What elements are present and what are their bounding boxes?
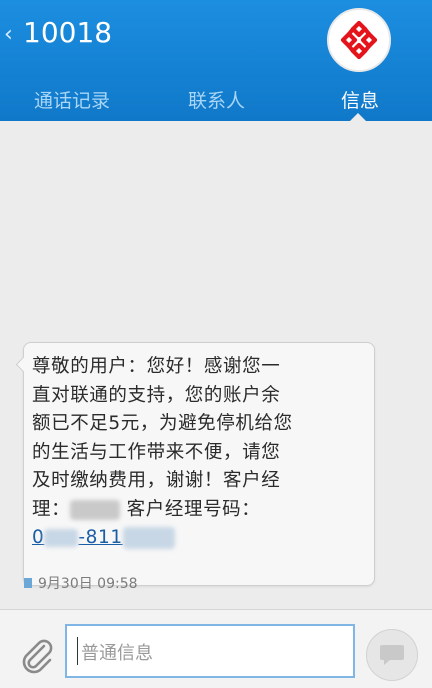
message-input[interactable]: 普通信息 <box>65 624 355 678</box>
tab-messages[interactable]: 信息 <box>341 86 379 113</box>
compose-bar: 普通信息 <box>0 609 432 688</box>
message-line: 0 -811 <box>32 524 368 553</box>
china-unicom-logo-icon <box>340 20 378 60</box>
phone-link[interactable]: 0 -811 <box>32 527 175 549</box>
message-line: 尊敬的用户：您好！感谢您一 <box>32 356 281 377</box>
contact-avatar[interactable] <box>327 8 391 72</box>
manager-label: 理： <box>32 498 71 520</box>
message-timestamp: 9月30日 09:58 <box>38 576 138 592</box>
contact-title[interactable]: 10018 <box>23 16 112 49</box>
text-caret <box>77 637 78 665</box>
sms-status-icon <box>24 578 32 588</box>
message-line: 及时缴纳费用，谢谢！客户经 <box>32 470 281 491</box>
send-icon <box>380 645 404 665</box>
message-line: 直对联通的支持，您的账户余 <box>32 384 281 406</box>
redacted-digits <box>122 527 175 549</box>
send-button[interactable] <box>366 629 418 681</box>
tab-bar: 通话记录 联系人 信息 <box>0 80 432 121</box>
message-line: 理： 客户经理号码： <box>32 496 368 525</box>
tab-call-log[interactable]: 通话记录 <box>34 86 110 113</box>
message-meta: 9月30日 09:58 <box>24 573 138 593</box>
phone-part: 0 <box>32 527 45 548</box>
tab-contacts[interactable]: 联系人 <box>188 86 245 113</box>
back-icon[interactable]: ‹ <box>4 22 13 47</box>
header-bar: ‹ 10018 通话记录 联系人 信息 <box>0 0 432 121</box>
redacted-name <box>70 499 121 520</box>
message-input-placeholder: 普通信息 <box>81 643 153 664</box>
manager-phone-label: 客户经理号码： <box>120 498 261 520</box>
redacted-digits <box>44 529 79 547</box>
phone-part: -811 <box>78 527 123 548</box>
message-line: 的生活与工作带来不便，请您 <box>32 441 281 463</box>
message-thread[interactable]: 尊敬的用户：您好！感谢您一 直对联通的支持，您的账户余 额已不足5元，为避免停机… <box>0 121 432 609</box>
paperclip-icon[interactable] <box>16 634 56 674</box>
message-line: 额已不足5元，为避免停机给您 <box>32 413 293 434</box>
message-text: 尊敬的用户：您好！感谢您一 直对联通的支持，您的账户余 额已不足5元，为避免停机… <box>32 353 368 553</box>
message-bubble[interactable]: 尊敬的用户：您好！感谢您一 直对联通的支持，您的账户余 额已不足5元，为避免停机… <box>15 342 375 586</box>
bubble-tail <box>15 356 32 373</box>
